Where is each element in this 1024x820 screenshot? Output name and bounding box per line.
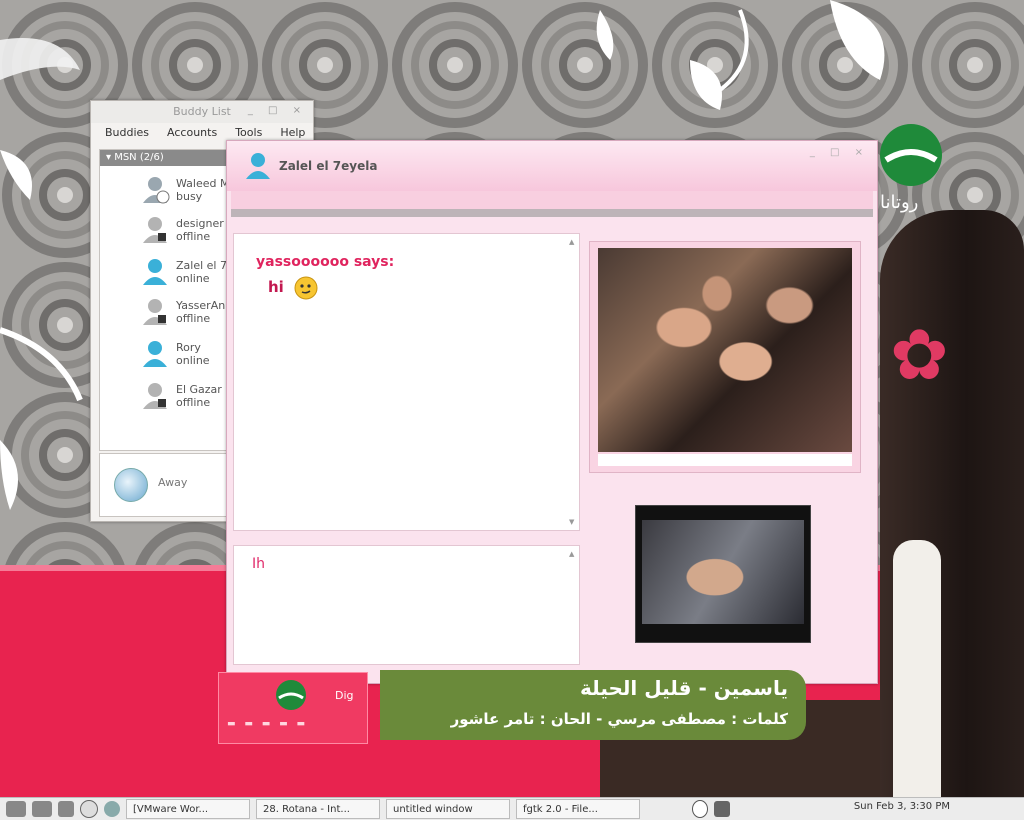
taskbar: [VMware Wor... 28. Rotana - Int... untit…: [0, 797, 1024, 820]
dig-label: Dig: [335, 689, 354, 702]
terminal-icon[interactable]: [6, 801, 26, 817]
clock-text: Sun Feb 3, 3:30 PM: [853, 801, 950, 812]
buddy-item[interactable]: Rory online: [140, 336, 210, 372]
toolbar-strip: [231, 191, 873, 209]
buddy-offline-icon: [143, 217, 167, 243]
rotana-logo-icon: [880, 124, 942, 186]
song-title: ياسمين - قليل الحيلة: [580, 676, 788, 700]
task-vmware[interactable]: [VMware Wor...: [126, 799, 250, 819]
buddy-status: offline: [176, 396, 211, 409]
local-webcam-video: [642, 520, 804, 624]
buddy-name: Waleed M: [176, 177, 230, 190]
buddy-name: YasserAn: [176, 299, 226, 312]
status-selector[interactable]: Away: [99, 453, 231, 517]
task-rotana[interactable]: 28. Rotana - Int...: [256, 799, 380, 819]
buddy-status: online: [176, 354, 210, 367]
message-sender: yassoooooo says:: [256, 254, 395, 270]
buddy-item[interactable]: designer offline: [140, 212, 224, 248]
buddy-item[interactable]: El Gazar offline: [140, 378, 222, 414]
menu-accounts[interactable]: Accounts: [167, 123, 217, 143]
buddy-status: offline: [176, 312, 211, 325]
group-label: MSN (2/6): [114, 152, 164, 163]
message-input-text: Ih: [252, 556, 266, 572]
channel-name: روتانا: [880, 192, 919, 213]
menu-buddies[interactable]: Buddies: [105, 123, 149, 143]
away-icon: [114, 468, 148, 502]
singer-arm: [893, 540, 941, 800]
dig-overlay: Dig ▬ ▬ ▬ ▬ ▬: [218, 672, 368, 744]
buddy-busy-icon: [143, 177, 170, 204]
conversation-pane[interactable]: yassoooooo says: hi ▲ ▼: [233, 233, 580, 531]
buddy-item[interactable]: Zalel el 7 online: [140, 254, 227, 290]
buddy-name: designer: [176, 217, 224, 230]
buddy-name: El Gazar: [176, 383, 222, 396]
local-webcam-panel: [635, 505, 811, 643]
buddy-status: online: [176, 272, 210, 285]
remote-webcam-video: [598, 248, 852, 452]
task-fgtk[interactable]: fgtk 2.0 - File...: [516, 799, 640, 819]
buddy-online-icon: [143, 259, 167, 285]
buddy-name: Rory: [176, 341, 201, 354]
window-controls[interactable]: _ □ ×: [810, 147, 869, 158]
clock-icon[interactable]: [692, 800, 708, 818]
buddy-status: offline: [176, 230, 211, 243]
pink-flower-icon: ✿: [890, 314, 949, 396]
lyrics-banner: ياسمين - قليل الحيلة كلمات : مصطفى مرسي …: [380, 670, 806, 740]
buddy-offline-icon: [143, 383, 167, 409]
chat-window[interactable]: Zalel el 7eyela _ □ × yassoooooo says: h…: [226, 140, 878, 684]
monitor-icon[interactable]: [32, 801, 52, 817]
buddy-status: busy: [176, 190, 203, 203]
network-icon[interactable]: [714, 801, 730, 817]
file-manager-icon[interactable]: [58, 801, 74, 817]
smiley-icon: [294, 276, 318, 300]
clock-app-icon[interactable]: [80, 800, 98, 818]
buddy-item[interactable]: Waleed Mbusy: [140, 172, 229, 208]
buddy-offline-icon: [143, 299, 167, 325]
song-credits: كلمات : مصطفى مرسي - الحان : تامر عاشور: [450, 710, 788, 728]
buddy-name: Zalel el 7: [176, 259, 227, 272]
input-scrollbar[interactable]: ▲: [569, 550, 577, 660]
browser-icon[interactable]: [104, 801, 120, 817]
message-input[interactable]: Ih ▲: [233, 545, 580, 665]
buddy-online-icon: [143, 341, 167, 367]
conversation-scrollbar[interactable]: ▲ ▼: [569, 238, 577, 526]
buddy-online-icon: [246, 153, 270, 179]
task-untitled-window[interactable]: untitled window: [386, 799, 510, 819]
window-controls[interactable]: _ □ ×: [248, 105, 307, 116]
buddy-item[interactable]: YasserAn offline: [140, 294, 225, 330]
remote-webcam-panel: [589, 241, 861, 473]
chat-titlebar[interactable]: Zalel el 7eyela _ □ ×: [227, 141, 877, 191]
chat-title: Zalel el 7eyela: [279, 159, 378, 173]
status-label: Away: [158, 476, 188, 489]
rotana-logo-icon: [276, 680, 306, 710]
message-text: hi: [268, 278, 284, 296]
webcam-controls[interactable]: [598, 454, 852, 466]
toolbar-divider: [231, 209, 873, 217]
dig-subtitle-decoration: ▬ ▬ ▬ ▬ ▬: [227, 719, 308, 729]
